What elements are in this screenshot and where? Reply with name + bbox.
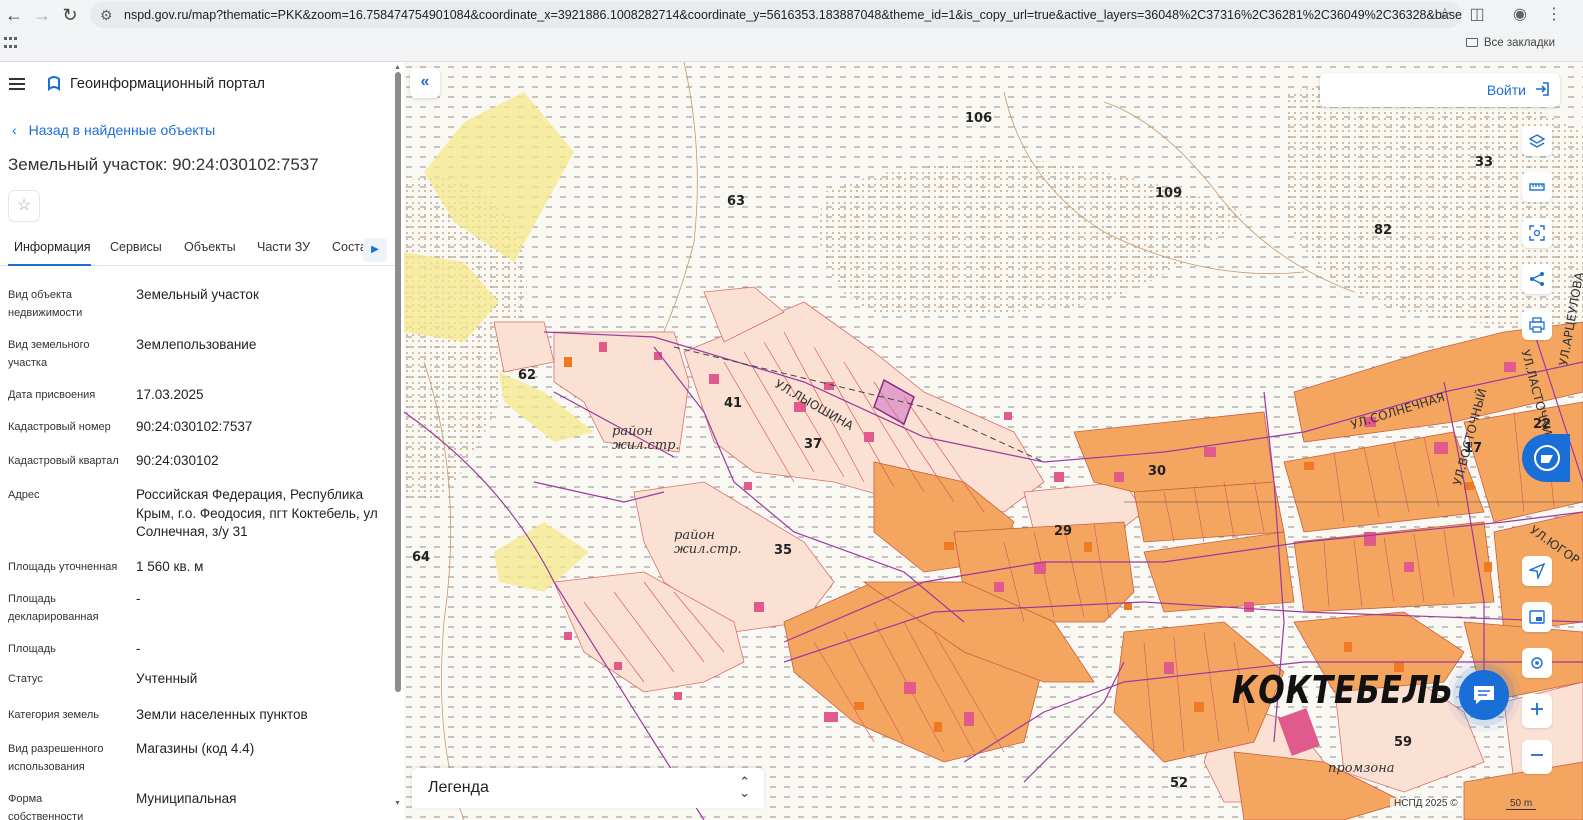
map-number-label: 109 [1155,186,1183,201]
area-label: промзона [1328,761,1395,776]
tab-services[interactable]: Сервисы [110,240,162,254]
map-number-label: 35 [774,543,793,558]
ruler-icon [1529,183,1545,191]
login-button[interactable]: Войти [1320,73,1560,107]
layers-button[interactable] [1522,126,1552,156]
tab-composition[interactable]: Соста [332,240,367,254]
object-title: Земельный участок: 90:24:030102:7537 [8,155,319,174]
scroll-down-arrow-icon[interactable]: ▼ [394,800,401,807]
bookmarks-bar: Все закладки [0,30,1583,60]
expand-collapse-icon: ⌃ ⌄ [739,774,750,800]
login-icon [1536,82,1549,96]
object-info-panel: Геоинформационный портал ‹ Назад в найден… [0,62,404,820]
back-to-results-link[interactable]: ‹ Назад в найденные объекты [12,122,215,138]
reload-icon[interactable]: ↻ [58,3,82,27]
object-tabs: Информация Сервисы Объекты Части ЗУ Сост… [0,232,396,266]
active-tab-indicator [8,264,91,266]
chevron-left-icon: ‹ [12,122,17,138]
select-area-button[interactable] [1522,218,1552,248]
favorite-star-button[interactable]: ☆ [8,190,40,222]
map-view[interactable]: 106 63 109 33 82 62 41 37 30 17 22 29 35… [404,62,1583,820]
plus-icon [1531,703,1543,715]
map-number-label: 37 [804,437,823,452]
tab-information[interactable]: Информация [14,240,91,254]
chat-bubble-icon [1534,445,1560,471]
map-scale: 50 m [1506,798,1537,810]
map-number-label: 82 [1374,223,1393,238]
zoom-out-button[interactable] [1522,740,1552,774]
url-text: nspd.gov.ru/map?thematic=PKK&zoom=16.758… [124,8,1462,22]
geolocate-icon [1531,657,1543,669]
minus-icon [1531,754,1543,756]
profile-icon[interactable]: ◉ [1508,3,1532,27]
map-number-label: 29 [1054,524,1073,539]
tabs-scroll-right-button[interactable]: ▶ [363,238,387,262]
share-button[interactable] [1522,264,1552,294]
panel-scrollbar[interactable] [395,72,401,692]
apps-grid-icon[interactable] [4,37,18,51]
navigation-arrow-icon [1529,563,1545,579]
browser-menu-icon[interactable]: ⋮ [1542,3,1566,27]
map-number-label: 62 [518,368,537,383]
area-label: район жил.стр. [612,424,680,453]
map-number-label: 63 [727,194,746,209]
select-area-icon [1529,225,1545,241]
print-icon [1529,317,1545,333]
tab-parts[interactable]: Части ЗУ [257,240,310,254]
collapse-panel-button[interactable]: « [410,68,440,98]
all-bookmarks-button[interactable]: Все закладки [1465,37,1555,49]
support-chat-tab[interactable] [1522,434,1570,482]
bookmark-star-icon[interactable]: ☆ [1438,2,1452,28]
geolocate-button[interactable] [1522,648,1552,678]
map-attribution: НСПД 2025 © [1390,798,1462,809]
browser-chrome: ← → ↻ ⚙ nspd.gov.ru/map?thematic=PKK&zoo… [0,0,1583,62]
area-label: район жил.стр. [674,528,742,557]
map-number-label: 64 [412,550,431,565]
my-location-button[interactable] [1522,556,1552,586]
legend-title: Легенда [428,779,489,796]
basemap-button[interactable] [1522,602,1552,632]
portal-logo-icon [48,76,60,92]
chat-fab-button[interactable] [1459,670,1509,720]
folder-icon [1465,38,1478,47]
layers-icon [1529,134,1545,148]
address-bar[interactable]: ⚙ nspd.gov.ru/map?thematic=PKK&zoom=16.7… [90,2,1462,28]
extensions-icon[interactable]: ◫ [1465,3,1489,27]
site-settings-icon[interactable]: ⚙ [100,2,113,28]
scroll-up-arrow-icon[interactable]: ▲ [394,64,401,71]
print-button[interactable] [1522,310,1552,340]
map-number-label: 30 [1148,464,1167,479]
map-number-label: 52 [1170,776,1189,791]
back-arrow-icon[interactable]: ← [2,3,26,27]
chat-icon [1474,686,1494,704]
share-icon [1530,272,1544,286]
zoom-in-button[interactable] [1522,694,1552,728]
map-number-label: 106 [965,111,993,126]
measure-button[interactable] [1522,172,1552,202]
tab-objects[interactable]: Объекты [184,240,236,254]
town-label: КОКТЕБЕЛЬ [1232,668,1455,712]
basemap-icon [1529,610,1545,624]
portal-title: Геоинформационный портал [70,76,265,92]
map-number-label: 33 [1475,155,1494,170]
menu-icon[interactable] [9,78,25,90]
map-number-label: 59 [1394,735,1413,750]
forward-arrow-icon[interactable]: → [30,3,54,27]
legend-panel[interactable]: Легенда ⌃ ⌄ [412,768,764,808]
map-number-label: 41 [724,396,743,411]
